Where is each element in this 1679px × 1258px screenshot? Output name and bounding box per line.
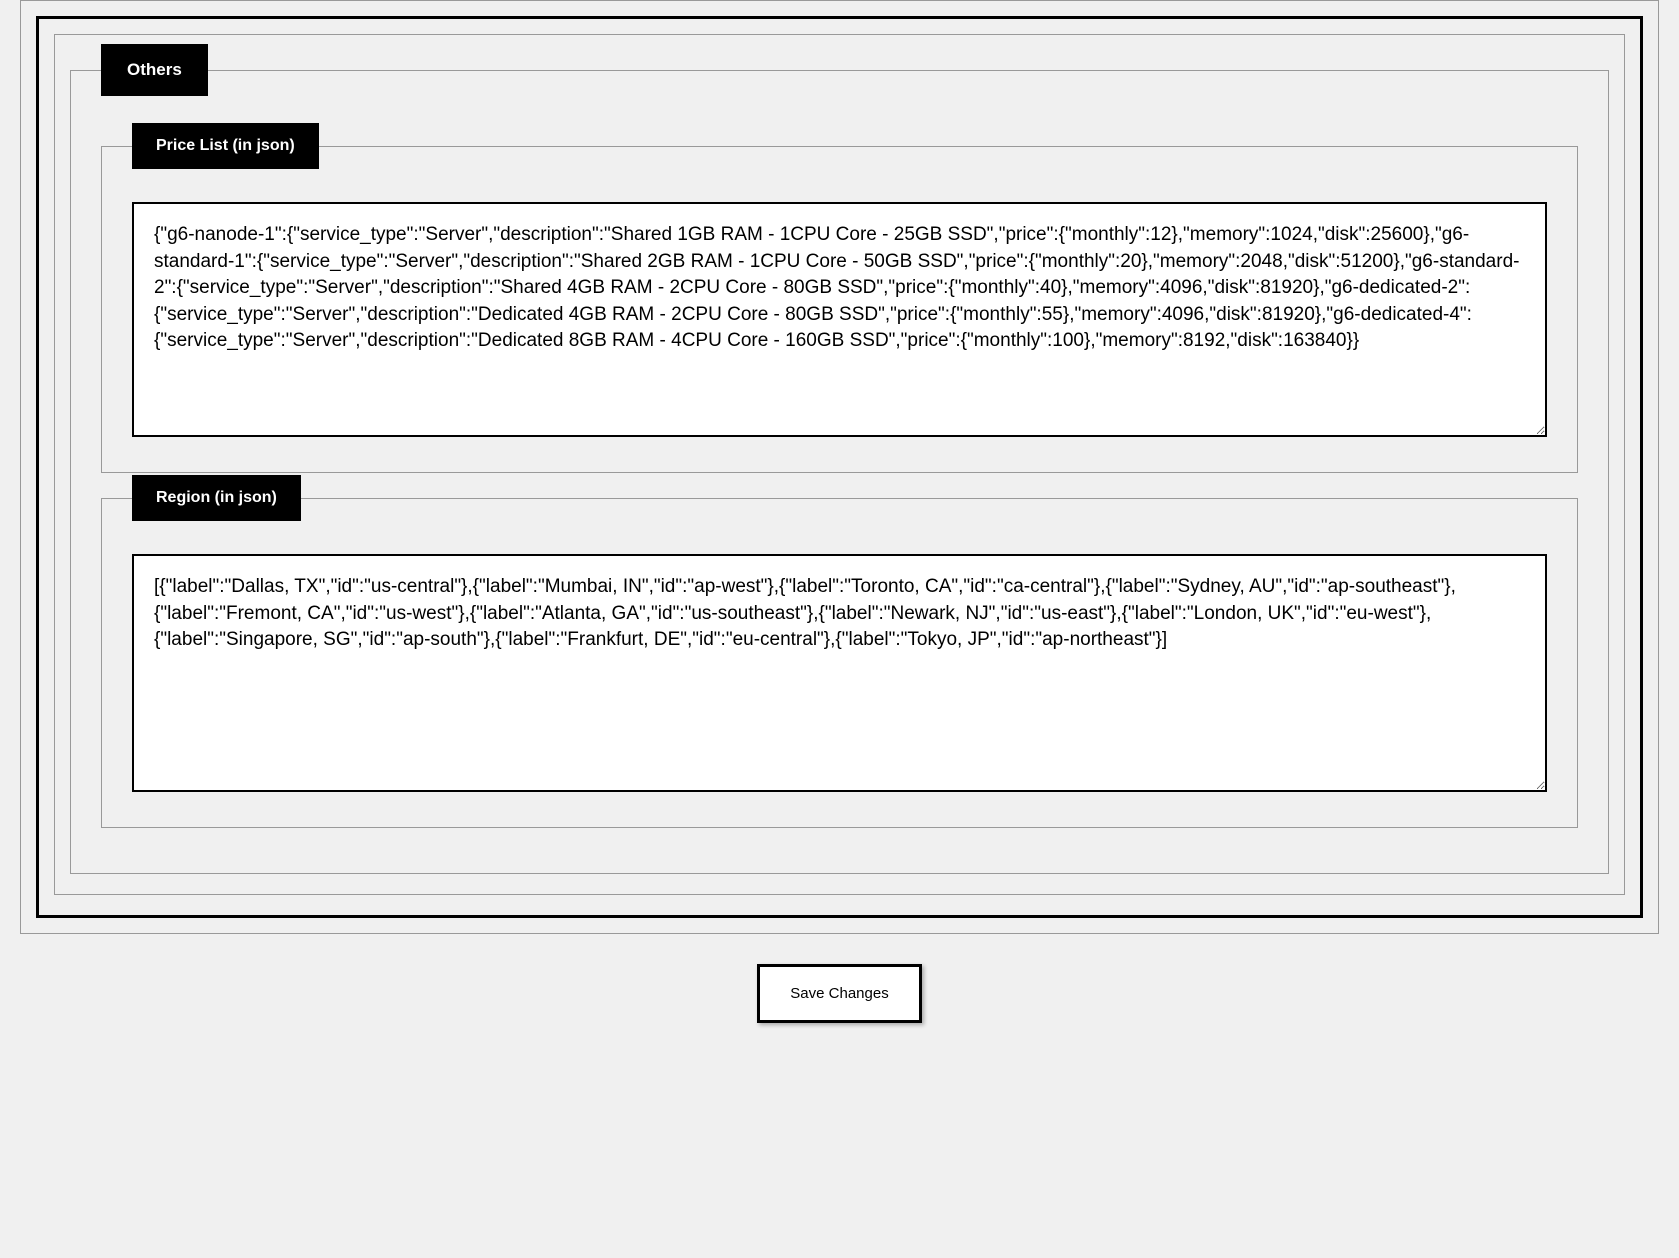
- others-section-label: Others: [101, 44, 208, 96]
- price-list-section: Price List (in json): [101, 146, 1578, 473]
- others-section: Others Price List (in json) Region (in j…: [70, 70, 1609, 874]
- region-input[interactable]: [132, 554, 1547, 792]
- price-list-section-label: Price List (in json): [132, 123, 319, 169]
- page-mid-frame: Others Price List (in json) Region (in j…: [54, 34, 1625, 895]
- save-row: Save Changes: [0, 934, 1679, 1063]
- save-changes-button[interactable]: Save Changes: [757, 964, 921, 1023]
- price-list-input[interactable]: [132, 202, 1547, 437]
- region-section-label: Region (in json): [132, 475, 301, 521]
- page-outer-wrapper: Others Price List (in json) Region (in j…: [20, 0, 1659, 934]
- region-section: Region (in json): [101, 498, 1578, 828]
- page-outer-frame: Others Price List (in json) Region (in j…: [36, 16, 1643, 918]
